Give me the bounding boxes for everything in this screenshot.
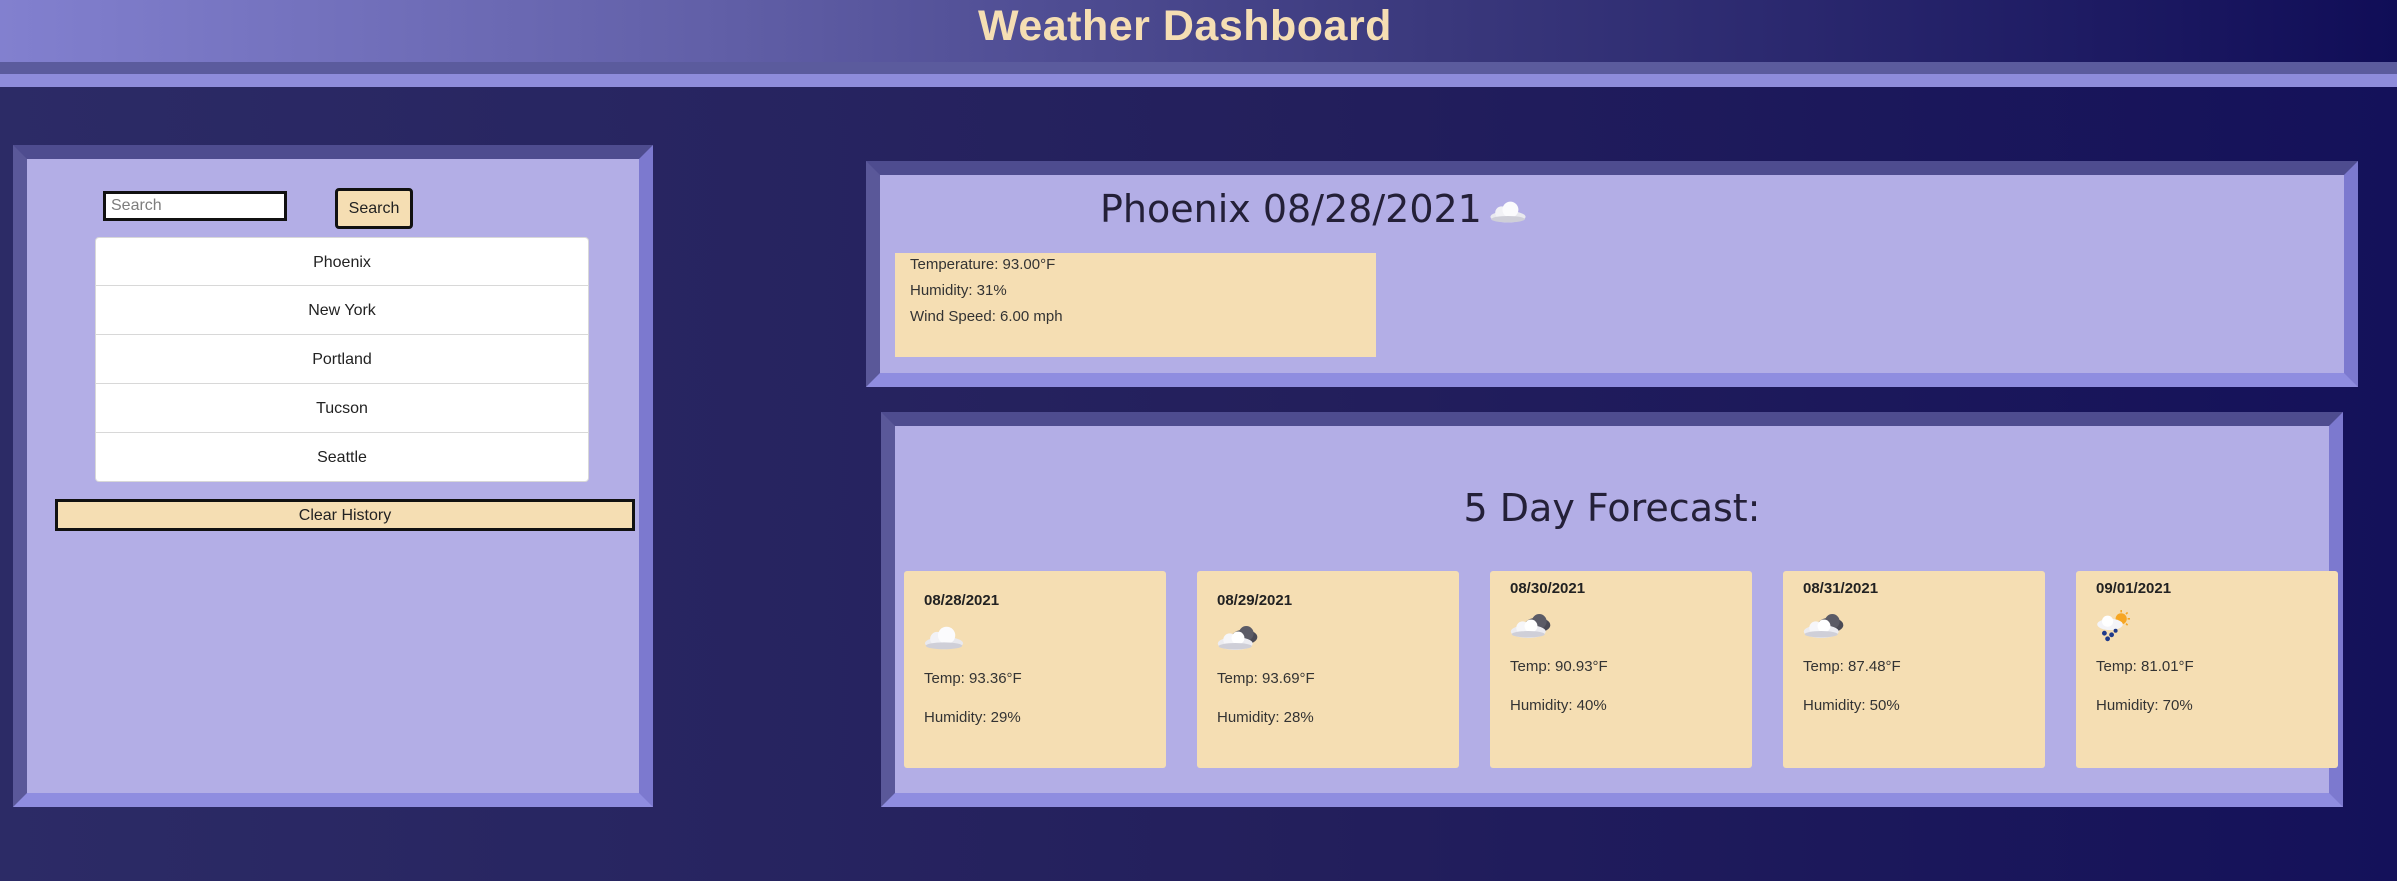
current-wind-speed: Wind Speed: 6.00 mph (910, 308, 1063, 325)
header-bar: Weather Dashboard (0, 0, 2397, 62)
forecast-temp: Temp: 93.69°F (1217, 670, 1315, 687)
history-item-phoenix[interactable]: Phoenix (95, 237, 589, 286)
search-panel: Search Phoenix New York Portland Tucson … (13, 145, 653, 807)
current-conditions: Temperature: 93.00°F Humidity: 31% Wind … (895, 253, 1376, 357)
forecast-humidity: Humidity: 70% (2096, 697, 2193, 714)
forecast-temp: Temp: 93.36°F (924, 670, 1022, 687)
history-item-tucson[interactable]: Tucson (95, 384, 589, 433)
forecast-date: 09/01/2021 (2096, 580, 2172, 597)
cloud-icon (1488, 199, 1528, 225)
history-item-portland[interactable]: Portland (95, 335, 589, 384)
forecast-title: 5 Day Forecast: (1463, 486, 1761, 530)
current-city-heading: Phoenix 08/28/2021 (1100, 187, 1528, 231)
search-button[interactable]: Search (335, 188, 413, 229)
forecast-panel: 5 Day Forecast: 08/28/2021 Temp: 93.36°F… (881, 412, 2343, 807)
current-weather-panel: Phoenix 08/28/2021 Temperature: 93.00°F … (866, 161, 2358, 387)
forecast-date: 08/30/2021 (1510, 580, 1586, 597)
dark-cloud-icon (1215, 624, 1261, 652)
sun-rain-icon (2094, 609, 2134, 643)
header-divider-light (0, 74, 2397, 87)
forecast-date: 08/28/2021 (924, 592, 1000, 609)
forecast-humidity: Humidity: 28% (1217, 709, 1314, 726)
search-history-list: Phoenix New York Portland Tucson Seattle (95, 237, 589, 482)
forecast-date: 08/29/2021 (1217, 592, 1293, 609)
forecast-card: 09/01/2021 Temp: 81.01°F Humidity: 70% (2076, 571, 2338, 768)
forecast-card: 08/28/2021 Temp: 93.36°F Humidity: 29% (904, 571, 1166, 768)
header-divider (0, 62, 2397, 74)
page-title: Weather Dashboard (978, 2, 1392, 50)
current-city-title: Phoenix 08/28/2021 (1100, 187, 1482, 231)
forecast-humidity: Humidity: 50% (1803, 697, 1900, 714)
cloud-icon (922, 625, 966, 651)
forecast-card: 08/29/2021 Temp: 93.69°F Humidity: 28% (1197, 571, 1459, 768)
forecast-humidity: Humidity: 40% (1510, 697, 1607, 714)
forecast-date: 08/31/2021 (1803, 580, 1879, 597)
search-input[interactable] (103, 191, 287, 221)
forecast-card: 08/30/2021 Temp: 90.93°F Humidity: 40% (1490, 571, 1752, 768)
current-temperature: Temperature: 93.00°F (910, 256, 1056, 273)
forecast-temp: Temp: 81.01°F (2096, 658, 2194, 675)
history-item-new-york[interactable]: New York (95, 286, 589, 335)
dark-cloud-icon (1508, 612, 1554, 640)
forecast-temp: Temp: 87.48°F (1803, 658, 1901, 675)
clear-history-button[interactable]: Clear History (55, 499, 635, 531)
dark-cloud-icon (1801, 612, 1847, 640)
forecast-temp: Temp: 90.93°F (1510, 658, 1608, 675)
current-humidity: Humidity: 31% (910, 282, 1007, 299)
history-item-seattle[interactable]: Seattle (95, 433, 589, 482)
forecast-card: 08/31/2021 Temp: 87.48°F Humidity: 50% (1783, 571, 2045, 768)
forecast-humidity: Humidity: 29% (924, 709, 1021, 726)
